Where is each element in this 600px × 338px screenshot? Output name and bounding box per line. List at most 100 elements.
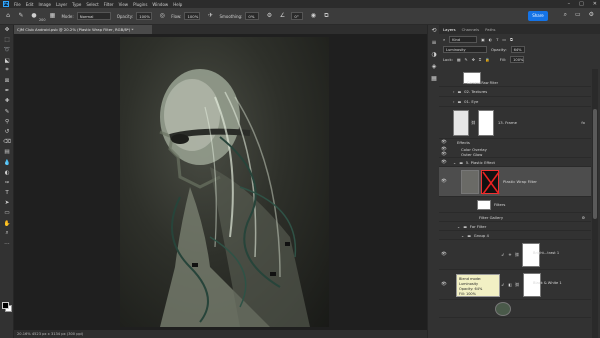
layer-group-row[interactable]: › ▬ 02. Textures: [439, 87, 591, 97]
marquee-tool-icon[interactable]: ⬚: [0, 35, 14, 45]
healing-brush-icon[interactable]: ✚: [0, 96, 14, 106]
shape-tool-icon[interactable]: ▭: [0, 208, 14, 218]
chevron-down-icon[interactable]: ⌄: [461, 233, 464, 238]
adjustment-layer-row[interactable]: 👁 ↲ ☀ ⛓ Bright...trast 1: [439, 240, 591, 270]
filter-adjust-icon[interactable]: ◐: [489, 37, 492, 42]
lock-paint-icon[interactable]: ✎: [465, 57, 468, 62]
visibility-eye-icon[interactable]: 👁: [439, 152, 449, 157]
object-select-tool-icon[interactable]: ⬕: [0, 56, 14, 66]
lock-pixels-icon[interactable]: ▦: [457, 57, 461, 62]
pressure-size-icon[interactable]: ◉: [309, 12, 317, 20]
layer-group-row[interactable]: ⌄ ▬ Group 4: [439, 231, 591, 240]
chevron-right-icon[interactable]: ›: [453, 99, 455, 104]
maximize-icon[interactable]: □: [579, 1, 584, 7]
eraser-tool-icon[interactable]: ⌫: [0, 137, 14, 147]
tab-paths[interactable]: Paths: [485, 27, 495, 32]
layers-scrollbar[interactable]: [592, 69, 598, 338]
pen-tool-icon[interactable]: ✑: [0, 178, 14, 188]
opacity-field[interactable]: 100%: [136, 12, 153, 20]
menu-help[interactable]: Help: [173, 2, 182, 7]
hand-tool-icon[interactable]: ✋: [0, 219, 14, 229]
blend-mode-select[interactable]: Luminosity: [443, 45, 487, 53]
visibility-eye-icon[interactable]: 👁: [439, 140, 449, 145]
dodge-tool-icon[interactable]: ◐: [0, 168, 14, 178]
angle-field[interactable]: 0°: [291, 12, 304, 20]
smart-filters-row[interactable]: Filters: [439, 197, 591, 213]
filter-options-icon[interactable]: ⚙: [582, 215, 585, 220]
share-button[interactable]: Share: [528, 11, 548, 21]
gradient-tool-icon[interactable]: ▤: [0, 147, 14, 157]
visibility-eye-icon[interactable]: 👁: [439, 282, 449, 287]
home-icon[interactable]: ⌂: [4, 12, 12, 20]
layer-row[interactable]: [439, 300, 591, 318]
mode-select[interactable]: Normal: [76, 12, 111, 20]
lasso-tool-icon[interactable]: ➰: [0, 45, 14, 55]
document-tab[interactable]: CJM Club Android.psb @ 20.2% (Plastic Wr…: [14, 25, 152, 34]
smoothing-field[interactable]: 0%: [245, 12, 260, 20]
search-icon[interactable]: ⌕: [564, 11, 567, 19]
frame-tool-icon[interactable]: ⊠: [0, 76, 14, 86]
brush-settings-icon[interactable]: ▦: [48, 12, 56, 20]
lock-artboard-icon[interactable]: ⌗: [479, 57, 481, 62]
menu-edit[interactable]: Edit: [26, 2, 34, 7]
chevron-right-icon[interactable]: ›: [453, 89, 455, 94]
zoom-tool-icon[interactable]: ⌕: [0, 229, 14, 239]
chevron-down-icon[interactable]: ⌄: [453, 160, 456, 165]
chevron-down-icon[interactable]: ⌄: [457, 224, 460, 229]
scrollbar-thumb[interactable]: [593, 109, 597, 219]
flow-field[interactable]: 100%: [184, 12, 201, 20]
filter-pixel-icon[interactable]: ▣: [481, 37, 485, 42]
visibility-eye-icon[interactable]: 👁: [439, 160, 449, 165]
menu-plugins[interactable]: Plugins: [133, 2, 147, 7]
brush-tool-icon-2[interactable]: ✎: [0, 107, 14, 117]
chain-icon[interactable]: ⛓: [515, 282, 520, 287]
menu-file[interactable]: File: [14, 2, 21, 7]
foreground-color-swatch[interactable]: [2, 302, 9, 309]
effects-row[interactable]: 👁 Effects: [439, 139, 591, 146]
tab-layers[interactable]: Layers: [443, 27, 456, 32]
chain-icon[interactable]: ⛓: [471, 120, 476, 125]
menu-image[interactable]: Image: [38, 2, 51, 7]
chain-icon[interactable]: ⛓: [515, 252, 520, 257]
visibility-eye-icon[interactable]: 👁: [439, 179, 449, 184]
angle-icon[interactable]: ∠: [278, 12, 286, 20]
airbrush-icon[interactable]: ✈: [206, 12, 214, 20]
filter-smart-icon[interactable]: ⧉: [510, 37, 513, 42]
clone-stamp-icon[interactable]: ⚲: [0, 117, 14, 127]
canvas-artwork[interactable]: [120, 37, 329, 327]
pressure-opacity-icon[interactable]: ◎: [158, 12, 166, 20]
move-tool-icon[interactable]: ✥: [0, 25, 14, 35]
layer-row-selected[interactable]: 👁 Plastic Wrap Filter: [439, 167, 591, 197]
visibility-eye-icon[interactable]: 👁: [439, 252, 449, 257]
menu-layer[interactable]: Layer: [56, 2, 67, 7]
layer-group-row[interactable]: 👁 ⌄ ▬ 5. Plastic Effect: [439, 158, 591, 167]
filter-shape-icon[interactable]: ▭: [502, 37, 506, 42]
type-tool-icon[interactable]: T: [0, 188, 14, 198]
more-tools-icon[interactable]: ⋯: [0, 239, 14, 249]
smoothing-settings-icon[interactable]: ⚙: [265, 12, 273, 20]
lock-move-icon[interactable]: ✥: [472, 57, 475, 62]
crop-tool-icon[interactable]: ⌗: [0, 66, 14, 76]
settings-icon[interactable]: ⚙: [589, 11, 594, 19]
fx-icon[interactable]: fx: [581, 120, 585, 125]
history-brush-icon[interactable]: ↺: [0, 127, 14, 137]
lock-all-icon[interactable]: 🔒: [485, 57, 490, 62]
workspace-icon[interactable]: ▭: [575, 11, 581, 19]
blur-tool-icon[interactable]: 💧: [0, 157, 14, 167]
symmetry-icon[interactable]: ⧉: [322, 12, 330, 20]
layer-row[interactable]: Camera Raw Filter: [439, 69, 591, 87]
brush-preset-icon[interactable]: ●: [30, 12, 38, 20]
fill-field[interactable]: 100%: [510, 55, 525, 63]
eyedropper-tool-icon[interactable]: ✒: [0, 86, 14, 96]
close-icon[interactable]: ✕: [593, 1, 597, 7]
menu-type[interactable]: Type: [72, 2, 81, 7]
brush-tool-icon[interactable]: ✎: [17, 12, 25, 20]
layer-group-row[interactable]: › ▬ 01. Eye: [439, 97, 591, 107]
layer-row[interactable]: ⛓ 13. Frame fx: [439, 107, 591, 139]
menu-filter[interactable]: Filter: [104, 2, 114, 7]
layer-opacity-field[interactable]: 64%: [510, 45, 525, 53]
tab-channels[interactable]: Channels: [462, 27, 480, 32]
menu-view[interactable]: View: [119, 2, 129, 7]
minimize-icon[interactable]: –: [568, 1, 571, 7]
layer-group-row[interactable]: ⌄ ▬ For Filter: [439, 222, 591, 231]
